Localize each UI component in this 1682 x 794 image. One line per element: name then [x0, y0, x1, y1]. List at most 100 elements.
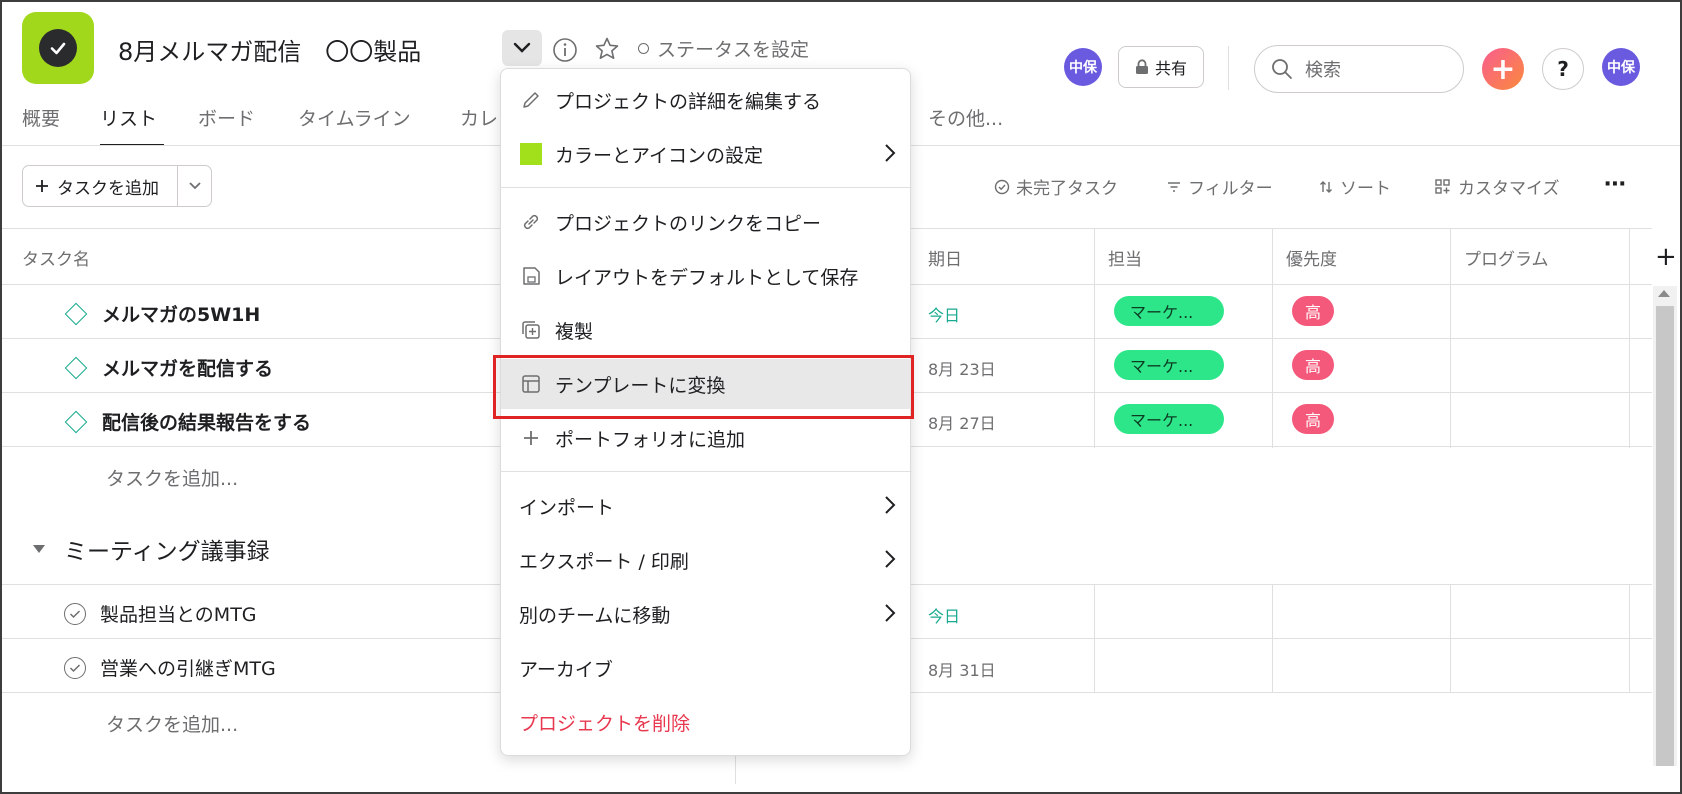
- task-name[interactable]: メルマガを配信する: [102, 354, 273, 381]
- menu-item-label: プロジェクトの詳細を編集する: [555, 90, 822, 113]
- tab-list[interactable]: リスト: [100, 104, 157, 131]
- column-program[interactable]: プログラム: [1464, 245, 1549, 270]
- column-assignee[interactable]: 担当: [1108, 245, 1142, 270]
- table-row[interactable]: メルマガを配信する: [62, 354, 273, 381]
- priority-tag[interactable]: 高: [1292, 404, 1334, 434]
- more-options-button[interactable]: ⋯: [1604, 172, 1628, 197]
- task-name[interactable]: 営業への引継ぎMTG: [100, 654, 276, 681]
- task-name[interactable]: 製品担当とのMTG: [100, 600, 257, 627]
- menu-item-label: エクスポート / 印刷: [519, 550, 689, 573]
- milestone-icon[interactable]: [64, 356, 88, 379]
- menu-item-add-portfolio[interactable]: ポートフォリオに追加: [501, 413, 912, 463]
- menu-item-color-icon[interactable]: カラーとアイコンの設定: [501, 129, 912, 179]
- filter-button[interactable]: フィルター: [1166, 174, 1273, 199]
- milestone-icon[interactable]: [64, 302, 88, 325]
- share-button[interactable]: 共有: [1118, 46, 1204, 88]
- check-icon: [69, 609, 81, 618]
- pencil-icon: [519, 88, 543, 112]
- menu-item-edit-details[interactable]: プロジェクトの詳細を編集する: [501, 75, 912, 125]
- menu-divider: [501, 471, 912, 472]
- task-name[interactable]: 配信後の結果報告をする: [102, 408, 311, 435]
- user-avatar[interactable]: 中保: [1602, 48, 1640, 86]
- add-task-button[interactable]: タスクを追加: [22, 165, 212, 207]
- menu-item-delete-project[interactable]: プロジェクトを削除: [501, 697, 912, 747]
- highlight-annotation-box: [493, 355, 914, 419]
- caret-down-icon[interactable]: [32, 544, 46, 554]
- menu-item-label: インポート: [519, 496, 615, 519]
- complete-task-checkbox[interactable]: [64, 602, 86, 625]
- menu-item-label: 複製: [555, 320, 594, 343]
- column-task-name[interactable]: タスク名: [22, 245, 90, 270]
- menu-item-label: アーカイブ: [519, 658, 613, 681]
- project-icon[interactable]: [22, 12, 94, 84]
- assignee-tag[interactable]: マーケ...: [1114, 350, 1224, 380]
- info-icon[interactable]: [552, 37, 578, 67]
- column-due-date[interactable]: 期日: [928, 245, 962, 270]
- column-priority[interactable]: 優先度: [1286, 245, 1337, 270]
- set-status-button[interactable]: ステータスを設定: [638, 35, 809, 62]
- task-name[interactable]: メルマガの5W1H: [102, 300, 260, 327]
- customize-button[interactable]: カスタマイズ: [1434, 174, 1560, 199]
- help-button[interactable]: ?: [1542, 48, 1584, 90]
- menu-item-move-team[interactable]: 別のチームに移動: [501, 589, 912, 639]
- scrollbar-thumb[interactable]: [1656, 306, 1674, 766]
- menu-item-duplicate[interactable]: 複製: [501, 305, 912, 355]
- check-icon: [69, 663, 81, 672]
- menu-divider: [501, 187, 912, 188]
- star-icon[interactable]: [594, 36, 620, 66]
- project-menu-button[interactable]: [502, 30, 542, 66]
- search-input[interactable]: 検索: [1254, 45, 1464, 93]
- menu-item-import[interactable]: インポート: [501, 481, 912, 531]
- incomplete-label: 未完了タスク: [1016, 179, 1118, 199]
- add-task-label: タスクを追加: [57, 178, 159, 199]
- task-due-date[interactable]: 8月 23日: [928, 356, 996, 380]
- share-label: 共有: [1154, 59, 1187, 78]
- menu-item-export-print[interactable]: エクスポート / 印刷: [501, 535, 912, 585]
- add-task-link[interactable]: タスクを追加...: [106, 464, 238, 491]
- menu-item-label: プロジェクトを削除: [519, 712, 691, 735]
- section-header[interactable]: ミーティング議事録: [32, 532, 270, 566]
- assignee-tag[interactable]: マーケ...: [1114, 296, 1224, 326]
- member-avatar[interactable]: 中保: [1064, 48, 1102, 86]
- plus-icon: [36, 180, 48, 192]
- tab-timeline[interactable]: タイムライン: [298, 104, 411, 131]
- menu-item-copy-link[interactable]: プロジェクトのリンクをコピー: [501, 197, 912, 247]
- table-row[interactable]: 営業への引継ぎMTG: [64, 654, 276, 681]
- task-due-date[interactable]: 今日: [928, 603, 960, 627]
- complete-task-checkbox[interactable]: [64, 656, 86, 679]
- table-row[interactable]: メルマガの5W1H: [62, 300, 260, 327]
- tab-more[interactable]: その他...: [928, 104, 1003, 131]
- task-due-date[interactable]: 8月 31日: [928, 657, 996, 681]
- milestone-icon[interactable]: [64, 410, 88, 433]
- table-row[interactable]: 配信後の結果報告をする: [62, 408, 311, 435]
- add-task-dropdown[interactable]: [177, 166, 211, 206]
- search-icon: [1272, 59, 1292, 79]
- tab-calendar[interactable]: カレ: [460, 104, 498, 131]
- menu-item-archive[interactable]: アーカイブ: [501, 643, 912, 693]
- scroll-up-arrow-icon[interactable]: [1658, 290, 1670, 297]
- chevron-down-icon: [513, 42, 531, 53]
- priority-tag[interactable]: 高: [1292, 296, 1334, 326]
- tab-overview[interactable]: 概要: [22, 104, 60, 131]
- add-task-link[interactable]: タスクを追加...: [106, 710, 238, 737]
- create-button[interactable]: +: [1482, 48, 1524, 90]
- incomplete-tasks-filter[interactable]: 未完了タスク: [994, 174, 1118, 199]
- add-task-main[interactable]: タスクを追加: [23, 166, 177, 206]
- priority-tag[interactable]: 高: [1292, 350, 1334, 380]
- table-row[interactable]: 製品担当とのMTG: [64, 600, 257, 627]
- menu-item-save-layout[interactable]: レイアウトをデフォルトとして保存: [501, 251, 912, 301]
- task-due-date[interactable]: 今日: [928, 302, 960, 326]
- project-title[interactable]: 8月メルマガ配信 〇〇製品: [118, 32, 421, 67]
- tab-board[interactable]: ボード: [198, 104, 255, 131]
- color-swatch-icon: [519, 142, 543, 166]
- sort-button[interactable]: ソート: [1318, 174, 1391, 199]
- chevron-right-icon: [885, 496, 896, 514]
- task-due-date[interactable]: 8月 27日: [928, 410, 996, 434]
- assignee-tag[interactable]: マーケ...: [1114, 404, 1224, 434]
- add-column-button[interactable]: +: [1655, 242, 1677, 272]
- sort-icon: [1320, 180, 1332, 193]
- status-label: ステータスを設定: [657, 39, 810, 61]
- plus-icon: [519, 426, 543, 450]
- chevron-right-icon: [885, 144, 896, 162]
- section-title[interactable]: ミーティング議事録: [64, 532, 270, 566]
